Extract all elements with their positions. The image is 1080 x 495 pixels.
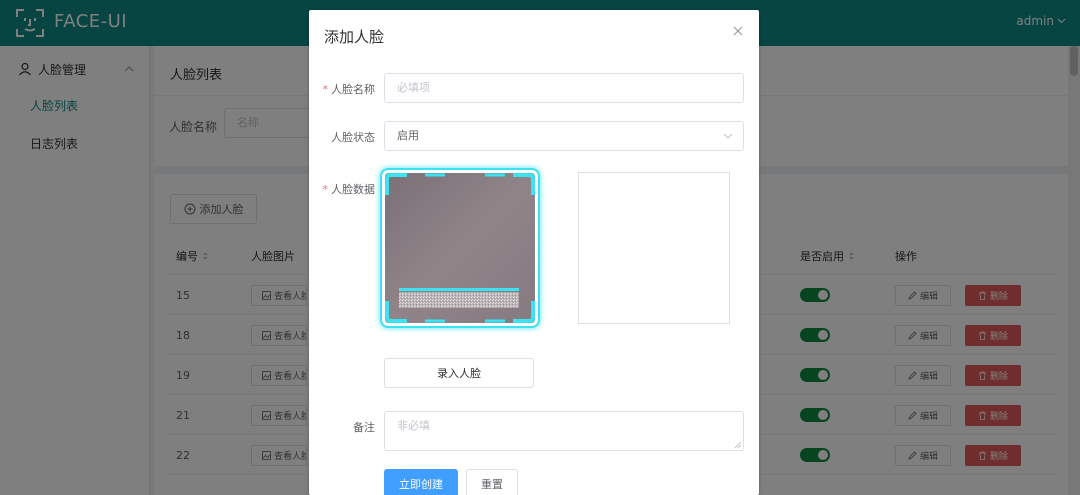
reset-button[interactable]: 重置 <box>466 469 518 495</box>
face-status-select[interactable]: 启用 <box>384 121 744 151</box>
remark-label: 备注 <box>353 421 375 434</box>
face-status-value: 启用 <box>397 129 419 142</box>
face-preview-box <box>578 172 730 324</box>
remark-textarea[interactable]: 非必填 <box>384 411 744 451</box>
face-data-label: * 人脸数据 <box>322 183 376 196</box>
submit-button[interactable]: 立即创建 <box>384 469 458 495</box>
remark-placeholder: 非必填 <box>397 419 430 432</box>
resize-grip-icon[interactable] <box>734 441 742 449</box>
close-icon[interactable] <box>733 26 743 36</box>
add-face-dialog: 添加人脸 * 人脸名称 必填项 人脸状态 启用 * 人脸数据 录入人脸 备注 非… <box>309 10 759 495</box>
chevron-down-icon <box>723 133 733 139</box>
face-name-label: * 人脸名称 <box>322 83 376 96</box>
face-status-label: 人脸状态 <box>331 131 375 144</box>
face-name-input[interactable]: 必填项 <box>384 73 744 103</box>
capture-face-button[interactable]: 录入人脸 <box>384 358 534 388</box>
dialog-title: 添加人脸 <box>324 28 385 46</box>
scan-line-icon <box>399 288 519 308</box>
